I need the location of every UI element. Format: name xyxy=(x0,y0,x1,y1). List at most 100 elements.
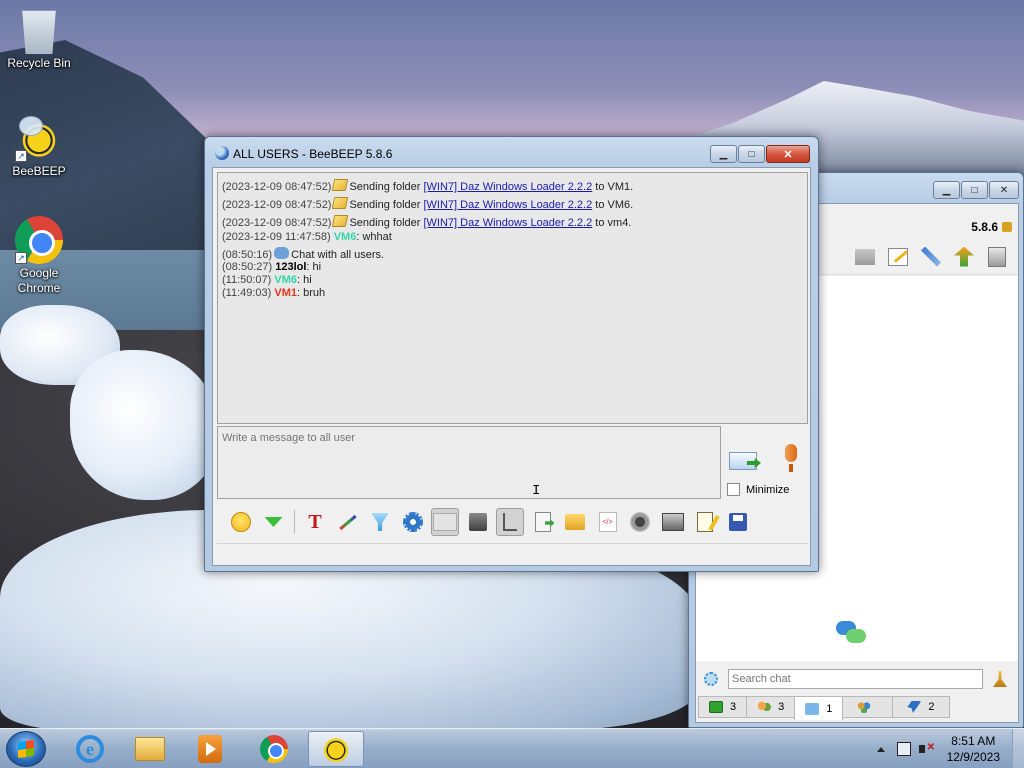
save-chat-button[interactable] xyxy=(724,508,752,536)
message-button[interactable] xyxy=(852,244,878,270)
folder-icon xyxy=(332,197,349,209)
folder-link[interactable]: [WIN7] Daz Windows Loader 2.2.2 xyxy=(423,181,592,193)
save-icon xyxy=(728,513,747,531)
chat-toolbar: T </> xyxy=(217,503,808,541)
send-button[interactable] xyxy=(729,446,761,474)
filter-icon xyxy=(371,513,389,531)
clear-search-icon[interactable] xyxy=(993,671,1007,687)
show-hidden-icons-icon[interactable] xyxy=(876,746,885,752)
chrome-icon: ↗ xyxy=(15,216,63,264)
username: VM6 xyxy=(333,231,357,243)
folder-link[interactable]: [WIN7] Daz Windows Loader 2.2.2 xyxy=(423,217,592,229)
minimize-checkbox[interactable]: Minimize xyxy=(727,483,789,496)
share-button[interactable] xyxy=(951,244,977,270)
font-color-button[interactable] xyxy=(334,508,362,536)
chat-window-titlebar[interactable]: ALL USERS - BeeBEEP 5.8.6 ▁ □ ✕ xyxy=(205,137,818,167)
screenshot-icon xyxy=(661,513,684,531)
tools-button[interactable] xyxy=(918,244,944,270)
spellcheck-button[interactable] xyxy=(431,508,459,536)
status-bar xyxy=(217,543,808,565)
notepad-button[interactable] xyxy=(691,508,719,536)
beebeep-icon: ↗ xyxy=(15,114,63,162)
minimize-button[interactable]: ▁ xyxy=(933,181,960,199)
chat-message: (08:50:16) Chat with all users. xyxy=(222,247,385,261)
note-icon xyxy=(503,513,517,531)
internet-explorer-icon: e xyxy=(76,735,104,763)
tab-users[interactable]: 3 xyxy=(746,696,796,718)
word-completer-button[interactable] xyxy=(464,508,492,536)
chat-history[interactable]: (2023-12-09 08:47:52) Sending folder [WIN… xyxy=(217,172,808,424)
tab-pinned[interactable]: 2 xyxy=(892,696,950,718)
taskbar-app-chrome[interactable] xyxy=(246,731,302,767)
chat-message: (2023-12-09 11:47:58) VM6: whhat xyxy=(222,231,392,243)
font-icon: T xyxy=(308,510,322,533)
record-icon xyxy=(630,512,650,532)
text-cursor-icon: I xyxy=(532,483,541,499)
green-arrow-icon xyxy=(264,517,283,527)
settings-icon[interactable] xyxy=(704,672,718,686)
maximize-button[interactable]: □ xyxy=(738,145,765,163)
desktop-icon-google-chrome[interactable]: ↗ Google Chrome xyxy=(1,216,77,296)
clock[interactable]: 8:51 AM 12/9/2023 xyxy=(947,733,1000,765)
html-code-icon: </> xyxy=(598,512,617,532)
network-icon[interactable] xyxy=(896,742,911,756)
upload-icon xyxy=(954,246,974,267)
record-button[interactable] xyxy=(626,508,654,536)
emoticon-icon xyxy=(231,512,251,532)
folder-link[interactable]: [WIN7] Daz Windows Loader 2.2.2 xyxy=(423,199,592,211)
desktop-icon-beebeep[interactable]: ↗ BeeBEEP xyxy=(1,114,77,178)
search-chat-input[interactable] xyxy=(728,669,983,689)
username: VM6 xyxy=(274,274,298,286)
chat-message: (2023-12-09 08:47:52) Sending folder [WIN… xyxy=(222,215,632,229)
chat-client-area: (2023-12-09 08:47:52) Sending folder [WIN… xyxy=(212,167,811,566)
show-desktop-button[interactable] xyxy=(1012,729,1024,768)
taskbar-app-file-explorer[interactable] xyxy=(122,731,178,767)
html-code-button[interactable]: </> xyxy=(594,508,622,536)
screenshot-button[interactable] xyxy=(659,508,687,536)
chat-message: (11:50:07) VM6: hi xyxy=(222,274,312,286)
start-button[interactable] xyxy=(6,731,46,767)
shortcut-arrow-icon: ↗ xyxy=(15,150,27,162)
close-button[interactable]: ✕ xyxy=(766,145,810,163)
minimize-button[interactable]: ▁ xyxy=(710,145,737,163)
system-tray: 8:51 AM 12/9/2023 xyxy=(876,729,1024,768)
tab-count: 3 xyxy=(730,701,737,713)
desktop-icon-label: Google Chrome xyxy=(17,266,61,295)
close-button[interactable]: ✕ xyxy=(989,181,1019,199)
send-file-button[interactable] xyxy=(529,508,557,536)
emoticons-button[interactable] xyxy=(227,508,255,536)
chat-bubble-icon xyxy=(274,247,290,259)
recycle-bin-icon xyxy=(22,10,56,54)
checkbox-box[interactable] xyxy=(727,483,740,496)
settings-button[interactable] xyxy=(399,508,427,536)
taskbar-app-beebeep[interactable] xyxy=(308,731,364,767)
clock-time: 8:51 AM xyxy=(951,734,996,748)
folder-icon xyxy=(332,179,349,191)
message-input[interactable] xyxy=(217,426,721,499)
tab-users-online[interactable]: 3 xyxy=(698,696,748,718)
microphone-stand xyxy=(789,464,793,472)
taskbar-app-media-player[interactable] xyxy=(182,731,238,767)
tab-groups[interactable] xyxy=(842,696,894,718)
desktop-icon-recycle-bin[interactable]: Recycle Bin xyxy=(1,6,77,70)
edit-status-button[interactable] xyxy=(885,244,911,270)
mail-icon xyxy=(855,248,875,265)
expand-button[interactable] xyxy=(260,508,288,536)
font-button[interactable]: T xyxy=(301,508,329,536)
username: 123lol xyxy=(275,261,307,273)
tab-chats[interactable]: 1 xyxy=(794,696,844,720)
clock-date: 12/9/2023 xyxy=(946,750,1000,764)
taskbar-app-internet-explorer[interactable]: e xyxy=(62,731,118,767)
volume-muted-icon[interactable] xyxy=(918,742,935,756)
send-folder-button[interactable] xyxy=(561,508,589,536)
maximize-button[interactable]: □ xyxy=(961,181,988,199)
filter-button[interactable] xyxy=(366,508,394,536)
dark-icon xyxy=(468,513,487,531)
chat-message: (2023-12-09 08:47:52) Sending folder [WIN… xyxy=(222,197,634,211)
notepad-icon xyxy=(697,512,713,532)
chat-message: (11:49:03) VM1: bruh xyxy=(222,287,326,299)
voice-message-button[interactable] xyxy=(780,444,802,476)
buzz-button[interactable] xyxy=(496,508,524,536)
clear-button[interactable] xyxy=(984,244,1010,270)
edit-icon xyxy=(888,247,908,266)
